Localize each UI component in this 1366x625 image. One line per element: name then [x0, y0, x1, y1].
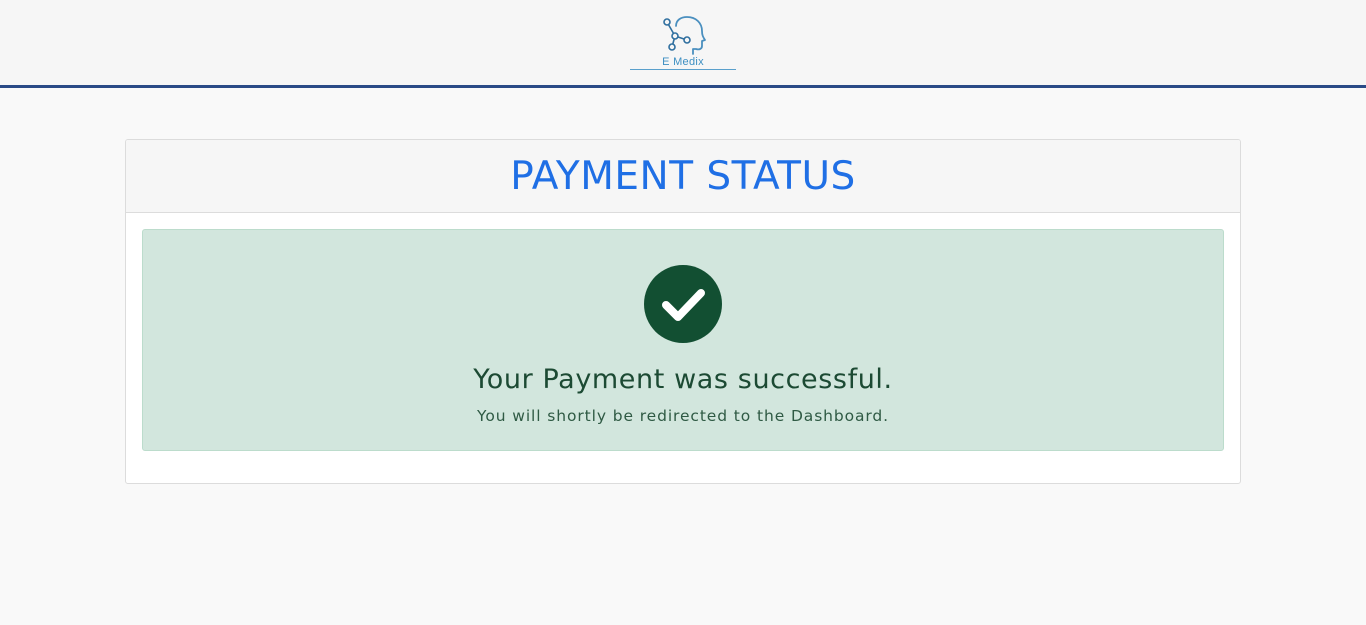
card-header: PAYMENT STATUS	[126, 140, 1240, 213]
logo-text: E Medix	[662, 56, 704, 68]
check-circle-icon	[644, 265, 722, 343]
emedix-logo[interactable]: E Medix	[630, 14, 738, 72]
logo-underline	[630, 69, 736, 70]
page-title: PAYMENT STATUS	[510, 153, 856, 199]
success-alert: Your Payment was successful. You will sh…	[142, 229, 1224, 451]
success-message: Your Payment was successful.	[473, 364, 893, 395]
redirect-message: You will shortly be redirected to the Da…	[477, 407, 889, 425]
payment-status-card: PAYMENT STATUS Your Payment was successf…	[125, 139, 1241, 484]
head-network-icon	[630, 14, 738, 56]
top-header: E Medix	[0, 0, 1366, 88]
